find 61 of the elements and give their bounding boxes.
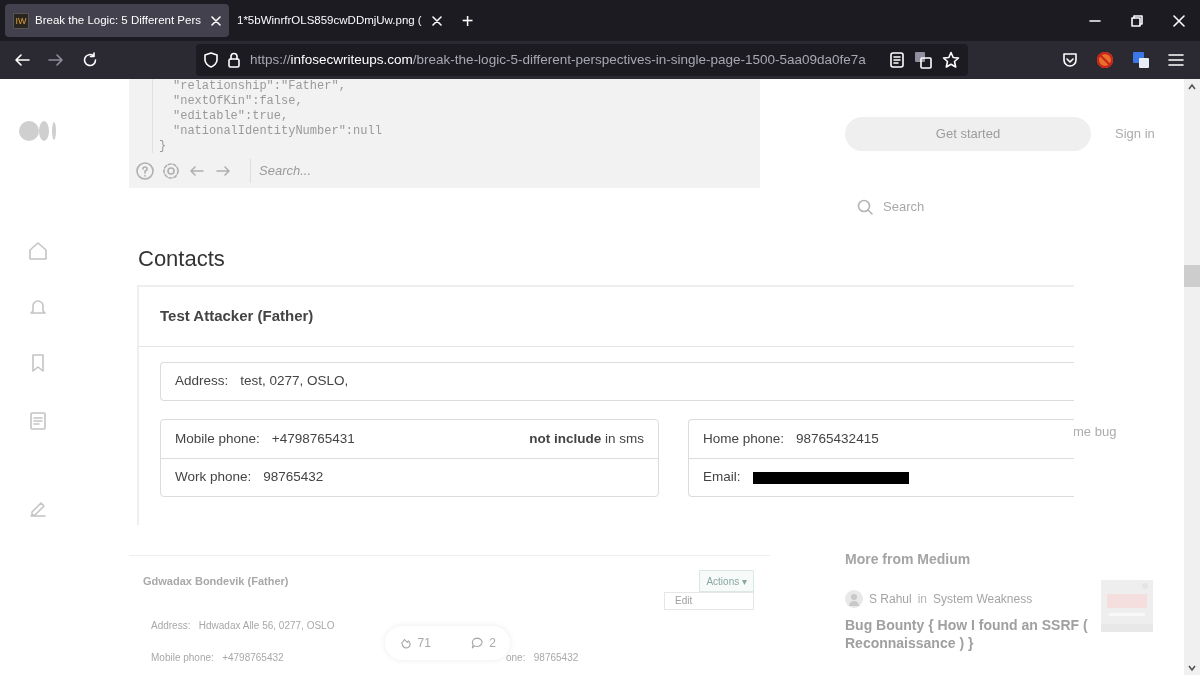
tab-title: 1*5bWinrfrOLS859cwDDmjUw.png ( — [237, 12, 422, 28]
reload-icon[interactable] — [82, 52, 98, 68]
story-title[interactable]: Bug Bounty { How I found an SSRF ( Reconnaissance ) } — [845, 616, 1101, 652]
address-bar[interactable]: https://infosecwriteups.com/break-the-logic-5-different-perspectives-in-single-page-1500-5aa09da0fe7a — [196, 44, 968, 76]
section-heading: Contacts — [138, 245, 226, 273]
browser-tab[interactable]: 1*5bWinrfrOLS859cwDDmjUw.png ( — [229, 4, 450, 37]
tab-title: Break the Logic: 5 Different Pers — [35, 12, 201, 28]
field-label: Mobile phone: — [175, 429, 260, 448]
publication-name[interactable]: System Weakness — [933, 590, 1033, 608]
restore-icon[interactable] — [1131, 14, 1143, 27]
scroll-up-icon[interactable] — [1187, 82, 1197, 92]
avatar-icon — [845, 590, 863, 608]
lock-icon — [228, 52, 240, 68]
section-heading: More from Medium — [845, 550, 972, 569]
author-name[interactable]: S Rahul — [869, 590, 912, 608]
phone-text: Mobile phone: +4798765432 — [151, 651, 285, 665]
translate-icon[interactable] — [1132, 51, 1150, 69]
site-favicon: IW — [13, 12, 29, 29]
sms-note: not include in sms — [529, 429, 644, 448]
pocket-icon[interactable] — [1062, 52, 1078, 68]
clap-count: 71 — [417, 635, 431, 652]
contact-name: Gdwadax Bondevik (Father) — [143, 573, 289, 589]
code-line: "nationalIdentityNumber":null — [172, 124, 383, 139]
field-label: Email: — [703, 468, 741, 487]
code-line: "editable":true, — [172, 109, 290, 124]
contact-name: Test Attacker (Father) — [160, 306, 314, 327]
phone-text: one: 98765432 — [506, 651, 579, 665]
actions-button[interactable]: Actions ▾ — [699, 570, 754, 592]
code-line: "relationship":"Father", — [172, 79, 347, 94]
browser-tab[interactable]: IW Break the Logic: 5 Different Pers — [5, 4, 229, 37]
field-value: 98765432415 — [796, 429, 879, 448]
byline-text: in — [917, 591, 928, 608]
close-icon[interactable] — [211, 15, 221, 26]
extension-icon[interactable] — [1096, 51, 1114, 69]
field-value: +4798765431 — [271, 429, 355, 448]
back-icon[interactable] — [14, 52, 30, 68]
close-icon[interactable] — [431, 15, 442, 26]
response-count: 2 — [489, 635, 496, 652]
search-field[interactable]: Search — [883, 197, 1033, 217]
sign-in-link[interactable]: Sign in — [1115, 124, 1155, 144]
code-line: } — [159, 139, 168, 154]
get-started-button[interactable]: Get started — [845, 117, 1091, 151]
link-text[interactable]: me bug — [1073, 421, 1155, 441]
code-line: "nextOfKin":false, — [172, 94, 304, 109]
translate-icon[interactable] — [914, 51, 932, 69]
field-value: 98765432 — [263, 468, 324, 487]
close-icon[interactable] — [1173, 14, 1185, 27]
scroll-down-icon[interactable] — [1187, 663, 1197, 673]
address-text: Address: Hdwadax Alle 56, 0277, OSLO — [150, 619, 336, 633]
field-label: Work phone: — [175, 468, 252, 487]
field-label: Home phone: — [703, 429, 785, 448]
shield-icon — [204, 52, 218, 68]
field-value: test, 0277, OSLO, — [240, 372, 349, 391]
new-tab-button[interactable]: + — [461, 10, 474, 31]
field-label: Address: — [175, 372, 229, 391]
star-icon[interactable] — [942, 51, 960, 69]
menu-icon[interactable] — [1168, 53, 1184, 67]
scrollbar[interactable] — [1184, 79, 1200, 675]
reader-view-icon[interactable] — [890, 52, 904, 68]
menu-item[interactable]: Edit — [664, 592, 754, 610]
scroll-thumb[interactable] — [1184, 265, 1200, 287]
